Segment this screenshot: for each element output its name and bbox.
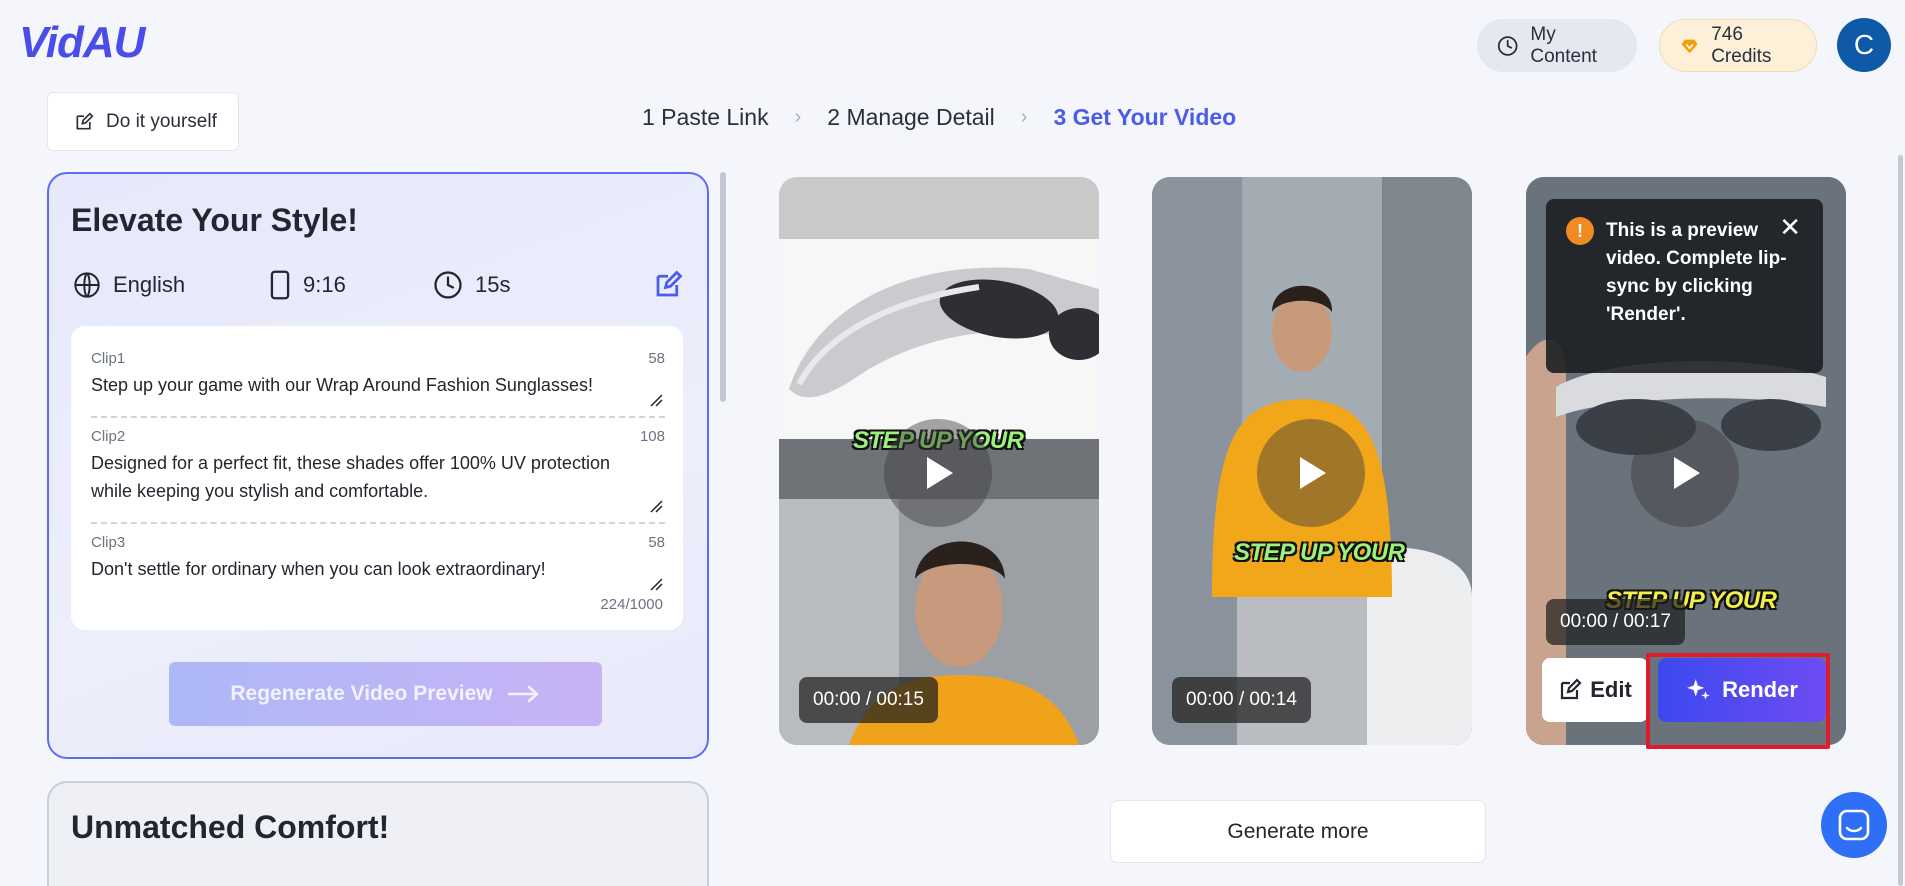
clip-item[interactable]: Clip3 58 Don't settle for ordinary when … bbox=[91, 534, 665, 591]
do-it-yourself-button[interactable]: Do it yourself bbox=[47, 92, 239, 151]
play-button[interactable] bbox=[1257, 419, 1365, 527]
video-timecode: 00:00 / 00:14 bbox=[1172, 677, 1311, 723]
chevron-right-icon: › bbox=[1020, 106, 1028, 128]
card-list-scrollbar[interactable] bbox=[720, 172, 726, 402]
chevron-right-icon: › bbox=[794, 106, 802, 128]
clip-label: Clip2 bbox=[91, 428, 126, 445]
arrow-right-icon bbox=[507, 685, 538, 703]
video-timecode: 00:00 / 00:15 bbox=[799, 677, 938, 723]
generate-more-button[interactable]: Generate more bbox=[1110, 800, 1486, 863]
preview-tooltip-text: This is a preview video. Complete lip-sy… bbox=[1606, 220, 1787, 325]
page-scrollbar[interactable] bbox=[1898, 155, 1903, 886]
play-icon bbox=[927, 457, 953, 489]
sparkle-icon bbox=[1687, 679, 1710, 700]
ratio-value: 9:16 bbox=[303, 272, 346, 297]
logo[interactable]: VidAU bbox=[19, 18, 145, 68]
video-preview-2[interactable]: STEP UP YOUR 00:00 / 00:14 bbox=[1152, 177, 1472, 745]
render-button[interactable]: Render bbox=[1658, 658, 1826, 722]
language-value: English bbox=[113, 272, 186, 297]
step-paste-link[interactable]: 1 Paste Link bbox=[642, 104, 769, 131]
clip-char-count: 58 bbox=[648, 534, 665, 551]
clip-item[interactable]: Clip1 58 Step up your game with our Wrap… bbox=[91, 350, 665, 407]
script-card[interactable]: Unmatched Comfort! bbox=[47, 781, 709, 886]
clip-list: Clip1 58 Step up your game with our Wrap… bbox=[71, 326, 683, 630]
clip-text[interactable]: Step up your game with our Wrap Around F… bbox=[91, 371, 641, 399]
globe-icon bbox=[74, 272, 100, 298]
clip-item[interactable]: Clip2 108 Designed for a perfect fit, th… bbox=[91, 428, 665, 513]
video-timecode: 00:00 / 00:17 bbox=[1546, 599, 1685, 645]
top-bar: VidAU My Content 746 Credits C bbox=[0, 0, 1905, 90]
avatar[interactable]: C bbox=[1837, 18, 1891, 72]
do-it-yourself-label: Do it yourself bbox=[106, 110, 217, 132]
step-manage-detail[interactable]: 2 Manage Detail bbox=[827, 104, 995, 131]
diamond-icon bbox=[1681, 39, 1698, 53]
duration-value: 15s bbox=[475, 272, 511, 297]
my-content-label: My Content bbox=[1530, 23, 1597, 67]
ratio-meta: 9:16 bbox=[269, 270, 433, 300]
step-indicator: 1 Paste Link › 2 Manage Detail › 3 Get Y… bbox=[642, 104, 1236, 131]
edit-label: Edit bbox=[1590, 677, 1632, 702]
edit-icon[interactable] bbox=[653, 270, 683, 300]
edit-icon bbox=[76, 111, 94, 129]
edit-button[interactable]: Edit bbox=[1542, 658, 1648, 722]
preview-tooltip: ! This is a preview video. Complete lip-… bbox=[1546, 199, 1823, 373]
chat-support-button[interactable] bbox=[1821, 792, 1887, 858]
script-card[interactable]: Elevate Your Style! English 9:16 15s Cli… bbox=[47, 172, 709, 759]
play-button[interactable] bbox=[884, 419, 992, 527]
clock-icon bbox=[1497, 35, 1518, 56]
credits-label: 746 Credits bbox=[1711, 23, 1772, 67]
char-total: 224/1000 bbox=[600, 596, 663, 613]
play-icon bbox=[1300, 457, 1326, 489]
play-button[interactable] bbox=[1631, 419, 1739, 527]
edit-icon bbox=[1561, 678, 1582, 700]
sunglasses-image bbox=[779, 239, 1099, 439]
clip-label: Clip3 bbox=[91, 534, 126, 551]
play-icon bbox=[1674, 457, 1700, 489]
script-meta: English 9:16 15s bbox=[73, 270, 510, 300]
resize-handle-icon[interactable] bbox=[649, 499, 663, 513]
clip-divider bbox=[91, 522, 665, 524]
my-content-button[interactable]: My Content bbox=[1477, 19, 1637, 72]
close-icon[interactable]: ✕ bbox=[1779, 213, 1801, 241]
clip-char-count: 108 bbox=[639, 428, 665, 445]
script-card-title: Unmatched Comfort! bbox=[71, 809, 390, 845]
language-meta: English bbox=[73, 271, 269, 299]
resize-handle-icon[interactable] bbox=[649, 577, 663, 591]
chat-icon bbox=[1838, 809, 1870, 841]
video-preview-3[interactable]: ! This is a preview video. Complete lip-… bbox=[1526, 177, 1846, 745]
regenerate-label: Regenerate Video Preview bbox=[230, 682, 493, 705]
alert-icon: ! bbox=[1566, 217, 1594, 245]
clock-icon bbox=[434, 271, 462, 299]
clip-label: Clip1 bbox=[91, 350, 126, 367]
clip-divider bbox=[91, 416, 665, 418]
clip-text[interactable]: Don't settle for ordinary when you can l… bbox=[91, 555, 641, 583]
script-card-title: Elevate Your Style! bbox=[71, 202, 358, 238]
render-label: Render bbox=[1722, 677, 1798, 702]
phone-icon bbox=[270, 270, 290, 300]
clip-text[interactable]: Designed for a perfect fit, these shades… bbox=[91, 449, 641, 505]
clip-char-count: 58 bbox=[648, 350, 665, 367]
step-get-your-video[interactable]: 3 Get Your Video bbox=[1053, 104, 1236, 131]
video-frame-top bbox=[779, 177, 1099, 239]
duration-meta: 15s bbox=[433, 270, 510, 300]
regenerate-preview-button[interactable]: Regenerate Video Preview bbox=[169, 662, 602, 726]
credits-button[interactable]: 746 Credits bbox=[1659, 19, 1817, 72]
video-caption: STEP UP YOUR bbox=[1234, 539, 1405, 566]
video-preview-1[interactable]: STEP UP YOUR 00:00 / 00:15 bbox=[779, 177, 1099, 745]
resize-handle-icon[interactable] bbox=[649, 393, 663, 407]
